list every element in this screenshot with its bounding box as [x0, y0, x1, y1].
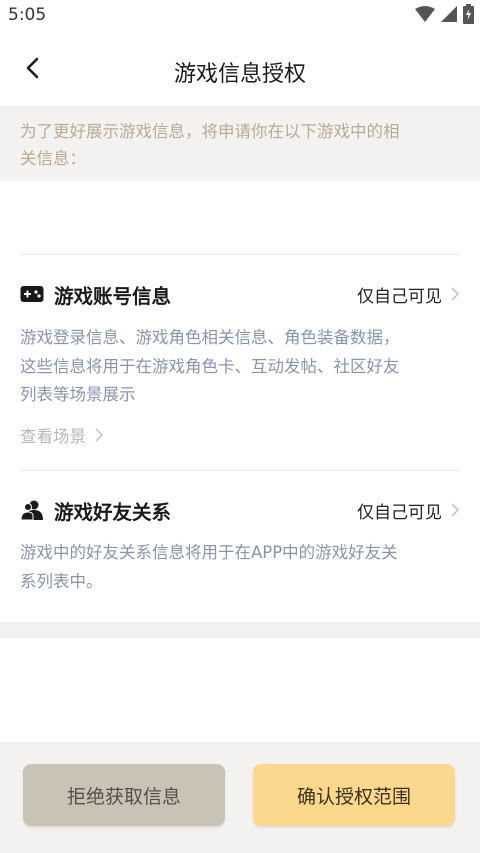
desc-line: 列表等场景展示	[20, 385, 136, 404]
permission-notice: 为了更好展示游戏信息，将申请你在以下游戏中的相 关信息：	[0, 106, 480, 181]
divider	[20, 254, 460, 255]
page-title: 游戏信息授权	[173, 62, 306, 87]
permission-sections: 游戏账号信息 仅自己可见 游戏登录信息、游戏角色相关信息、角色装备数据， 这些信…	[0, 181, 480, 622]
confirm-button[interactable]: 确认授权范围	[253, 764, 455, 826]
status-time: 5:05	[8, 5, 47, 25]
wifi-icon	[415, 6, 435, 26]
status-bar: 5:05	[0, 0, 480, 34]
section-title: 游戏账号信息	[54, 284, 172, 308]
app-header: 游戏信息授权	[0, 34, 480, 106]
section-description: 游戏中的好友关系信息将用于在APP中的游戏好友关 系列表中。	[20, 539, 460, 596]
footer-actions: 拒绝获取信息 确认授权范围	[0, 742, 480, 853]
section-game-account: 游戏账号信息 仅自己可见	[20, 278, 460, 310]
battery-charging-icon	[463, 4, 474, 28]
chevron-right-icon	[450, 502, 460, 518]
desc-line: 游戏登录信息、游戏角色相关信息、角色装备数据，	[20, 328, 400, 347]
notice-line: 为了更好展示游戏信息，将申请你在以下游戏中的相	[20, 122, 400, 141]
desc-line: 系列表中。	[20, 571, 103, 591]
view-scenes-label: 查看场景	[20, 427, 86, 446]
chevron-right-icon	[450, 286, 460, 302]
section-game-friends: 游戏好友关系 仅自己可见	[20, 494, 460, 526]
cellular-signal-icon	[441, 6, 457, 26]
reject-button[interactable]: 拒绝获取信息	[23, 764, 225, 826]
section-title: 游戏好友关系	[54, 500, 172, 524]
desc-line: 游戏中的好友关系信息将用于在APP中的游戏好友关	[20, 543, 398, 562]
section-spacer	[0, 622, 480, 638]
visibility-selector[interactable]: 仅自己可见	[357, 282, 460, 307]
status-icons	[415, 4, 474, 28]
notice-line: 关信息：	[20, 149, 86, 168]
gamepad-icon	[20, 282, 44, 306]
view-scenes-link[interactable]: 查看场景	[20, 423, 104, 447]
section-description: 游戏登录信息、游戏角色相关信息、角色装备数据， 这些信息将用于在游戏角色卡、互动…	[20, 324, 460, 410]
friends-icon	[20, 498, 44, 522]
visibility-label: 仅自己可见	[357, 286, 442, 307]
visibility-selector[interactable]: 仅自己可见	[357, 498, 460, 523]
desc-line: 这些信息将用于在游戏角色卡、互动发帖、社区好友	[20, 356, 400, 376]
divider	[20, 470, 460, 471]
chevron-right-icon	[94, 427, 104, 443]
visibility-label: 仅自己可见	[357, 502, 442, 523]
